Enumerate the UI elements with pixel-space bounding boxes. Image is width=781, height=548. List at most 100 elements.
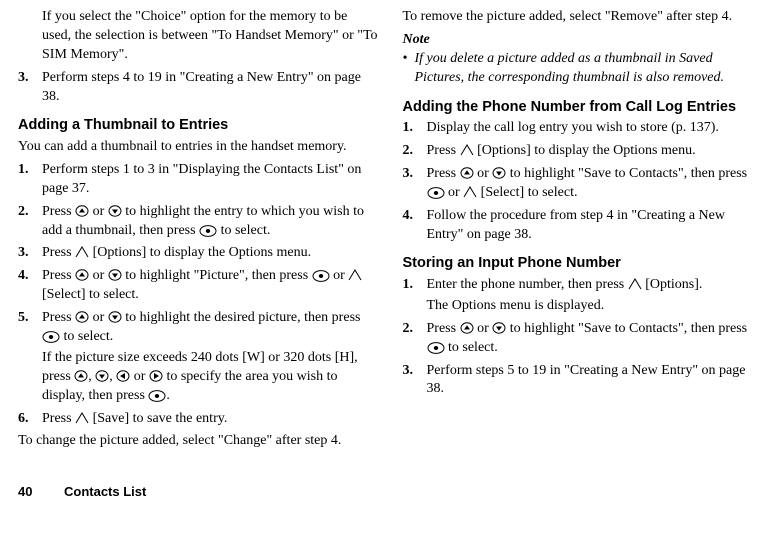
step-number: 5. [18,309,42,405]
step-number: 4. [403,207,427,245]
step-body: Press or to highlight "Picture", then pr… [42,267,379,305]
step-number: 2. [403,142,427,161]
text: or [89,310,108,325]
step-number: 2. [18,203,42,241]
step-body: Press [Options] to display the Options m… [427,142,764,161]
text: , [88,369,95,384]
left-step-2: 2. Press or to highlight the entry to wh… [18,203,379,241]
note-bullet: • [403,50,415,88]
softkey-icon [75,412,89,424]
down-icon [492,167,506,179]
softkey-icon [628,278,642,290]
text: or [474,166,493,181]
up-icon [75,205,89,217]
up-icon [74,370,88,382]
heading-adding-thumbnail: Adding a Thumbnail to Entries [18,116,379,136]
step-body: Press or to highlight the desired pictur… [42,309,379,405]
softkey-icon [463,186,477,198]
text: or [330,268,349,283]
text: Press [42,310,75,325]
text: [Options] to display the Options menu. [474,143,696,158]
softkey-icon [348,269,362,281]
section-title: Contacts List [64,483,146,501]
step-number: 2. [403,320,427,358]
up-icon [460,167,474,179]
text: [Select] to select. [477,185,577,200]
right-step-4: 4. Follow the procedure from step 4 in "… [403,207,764,245]
step-body: Press or to highlight the entry to which… [42,203,379,241]
text: to highlight "Save to Contacts", then pr… [506,166,747,181]
text: to select. [445,340,498,355]
text: to highlight the desired picture, then p… [122,310,361,325]
right-column: To remove the picture added, select "Rem… [403,8,764,455]
left-step-1: 1. Perform steps 1 to 3 in "Displaying t… [18,161,379,199]
center-icon [427,342,445,354]
text: or [89,268,108,283]
store-step-1: 1. Enter the phone number, then press [O… [403,276,764,316]
right-icon [149,370,163,382]
text: to select. [60,329,113,344]
step-body: Enter the phone number, then press [Opti… [427,276,764,316]
note-text: If you delete a picture added as a thumb… [415,50,764,88]
note-label: Note [403,31,764,50]
center-icon [42,331,60,343]
page-number: 40 [18,483,40,501]
right-step-3: 3. Press or to highlight "Save to Contac… [403,165,764,203]
center-icon [312,270,330,282]
text: Press [42,245,75,260]
text: Press [42,411,75,426]
step-body: Display the call log entry you wish to s… [427,119,764,138]
text: , [109,369,116,384]
text: [Options]. [642,277,703,292]
heading-sub: You can add a thumbnail to entries in th… [18,138,379,157]
up-icon [460,322,474,334]
step-number: 3. [403,362,427,400]
left-step-6: 6. Press [Save] to save the entry. [18,410,379,429]
text: [Save] to save the entry. [89,411,227,426]
up-icon [75,269,89,281]
step-number: 1. [403,119,427,138]
step-number: 1. [403,276,427,316]
text: or [474,321,493,336]
step-body: Perform steps 1 to 3 in "Displaying the … [42,161,379,199]
text: The Options menu is displayed. [427,297,764,316]
text: Press [42,268,75,283]
text: Press [427,321,460,336]
step-number: 3. [403,165,427,203]
up-icon [75,311,89,323]
center-icon [148,390,166,402]
remove-paragraph: To remove the picture added, select "Rem… [403,8,764,27]
down-icon [492,322,506,334]
left-step-4: 4. Press or to highlight "Picture", then… [18,267,379,305]
text: or [130,369,149,384]
softkey-icon [460,144,474,156]
step-body: Perform steps 5 to 19 in "Creating a New… [427,362,764,400]
text: or [445,185,464,200]
step-body: Press [Save] to save the entry. [42,410,379,429]
step-number: 4. [18,267,42,305]
step-number: 1. [18,161,42,199]
step-number: 3. [18,69,42,107]
left-icon [116,370,130,382]
text: Press [42,204,75,219]
down-icon [108,269,122,281]
tail-paragraph: To change the picture added, select "Cha… [18,432,379,451]
page-footer: 40 Contacts List [18,483,763,501]
step-body: Press [Options] to display the Options m… [42,244,379,263]
left-column: If you select the "Choice" option for th… [18,8,379,455]
right-step-2: 2. Press [Options] to display the Option… [403,142,764,161]
heading-add-from-log: Adding the Phone Number from Call Log En… [403,98,764,118]
down-icon [95,370,109,382]
left-step-5: 5. Press or to highlight the desired pic… [18,309,379,405]
text: to select. [217,223,270,238]
text: Enter the phone number, then press [427,277,628,292]
text: or [89,204,108,219]
down-icon [108,205,122,217]
step-body: Press or to highlight "Save to Contacts"… [427,320,764,358]
text: Press [427,166,460,181]
text: . [166,388,170,403]
left-step-3: 3. Press [Options] to display the Option… [18,244,379,263]
down-icon [108,311,122,323]
step-body: Follow the procedure from step 4 in "Cre… [427,207,764,245]
store-step-2: 2. Press or to highlight "Save to Contac… [403,320,764,358]
